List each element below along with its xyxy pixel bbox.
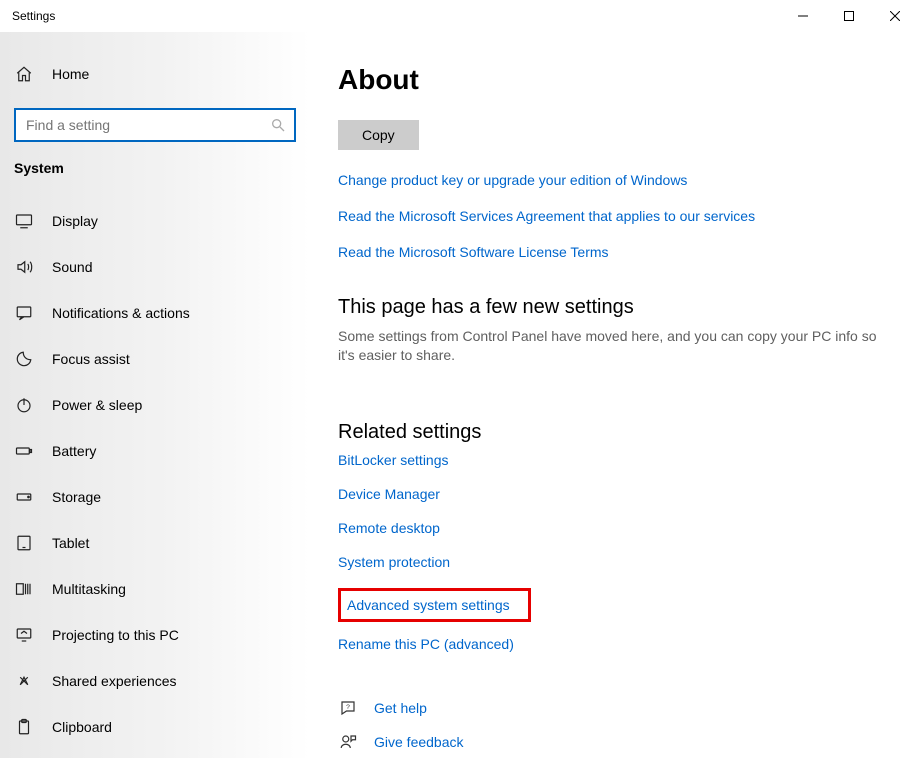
sidebar-item-label: Notifications & actions bbox=[52, 305, 190, 321]
link-rename-pc-advanced[interactable]: Rename this PC (advanced) bbox=[338, 636, 882, 652]
minimize-button[interactable] bbox=[780, 0, 826, 32]
sidebar-home[interactable]: Home bbox=[14, 54, 296, 94]
sidebar-item-label: Multitasking bbox=[52, 581, 126, 597]
new-settings-description: Some settings from Control Panel have mo… bbox=[338, 327, 878, 365]
storage-icon bbox=[14, 487, 34, 507]
sidebar-item-storage[interactable]: Storage bbox=[14, 474, 296, 520]
multitasking-icon bbox=[14, 579, 34, 599]
window-controls bbox=[780, 0, 918, 32]
notifications-icon bbox=[14, 303, 34, 323]
sidebar-item-label: Projecting to this PC bbox=[52, 627, 179, 643]
feedback-icon bbox=[338, 732, 358, 752]
related-settings-heading: Related settings bbox=[338, 421, 882, 444]
clipboard-icon bbox=[14, 717, 34, 737]
title-bar: Settings bbox=[0, 0, 918, 32]
link-device-manager[interactable]: Device Manager bbox=[338, 486, 882, 502]
svg-text:?: ? bbox=[346, 704, 350, 711]
sidebar-item-label: Shared experiences bbox=[52, 673, 177, 689]
page-title: About bbox=[338, 64, 882, 96]
sidebar: Home System Display bbox=[0, 32, 310, 758]
link-change-product-key[interactable]: Change product key or upgrade your editi… bbox=[338, 172, 882, 188]
battery-icon bbox=[14, 441, 34, 461]
sidebar-item-label: Storage bbox=[52, 489, 101, 505]
link-get-help[interactable]: Get help bbox=[374, 700, 427, 716]
search-input[interactable] bbox=[24, 116, 270, 134]
close-button[interactable] bbox=[872, 0, 918, 32]
sidebar-item-label: Tablet bbox=[52, 535, 89, 551]
projecting-icon bbox=[14, 625, 34, 645]
sidebar-item-power-sleep[interactable]: Power & sleep bbox=[14, 382, 296, 428]
sidebar-item-projecting[interactable]: Projecting to this PC bbox=[14, 612, 296, 658]
sidebar-item-focus-assist[interactable]: Focus assist bbox=[14, 336, 296, 382]
sidebar-item-sound[interactable]: Sound bbox=[14, 244, 296, 290]
maximize-button[interactable] bbox=[826, 0, 872, 32]
sidebar-item-label: Sound bbox=[52, 259, 92, 275]
search-box[interactable] bbox=[14, 108, 296, 142]
main-content: About Copy Change product key or upgrade… bbox=[310, 32, 918, 758]
sidebar-item-label: Power & sleep bbox=[52, 397, 142, 413]
window-title: Settings bbox=[12, 9, 55, 23]
search-icon bbox=[270, 117, 286, 133]
sound-icon bbox=[14, 257, 34, 277]
sidebar-item-label: Battery bbox=[52, 443, 96, 459]
sidebar-item-label: Clipboard bbox=[52, 719, 112, 735]
get-help-row: ? Get help bbox=[338, 698, 882, 718]
sidebar-item-clipboard[interactable]: Clipboard bbox=[14, 704, 296, 750]
link-system-protection[interactable]: System protection bbox=[338, 554, 882, 570]
display-icon bbox=[14, 211, 34, 231]
link-services-agreement[interactable]: Read the Microsoft Services Agreement th… bbox=[338, 208, 882, 224]
focus-assist-icon bbox=[14, 349, 34, 369]
copy-button[interactable]: Copy bbox=[338, 120, 419, 150]
link-license-terms[interactable]: Read the Microsoft Software License Term… bbox=[338, 244, 882, 260]
sidebar-item-shared-experiences[interactable]: Shared experiences bbox=[14, 658, 296, 704]
shared-experiences-icon bbox=[14, 671, 34, 691]
link-advanced-system-settings[interactable]: Advanced system settings bbox=[347, 597, 510, 613]
sidebar-item-display[interactable]: Display bbox=[14, 198, 296, 244]
get-help-icon: ? bbox=[338, 698, 358, 718]
power-icon bbox=[14, 395, 34, 415]
sidebar-item-notifications[interactable]: Notifications & actions bbox=[14, 290, 296, 336]
link-give-feedback[interactable]: Give feedback bbox=[374, 734, 464, 750]
link-bitlocker-settings[interactable]: BitLocker settings bbox=[338, 452, 882, 468]
sidebar-item-label: Display bbox=[52, 213, 98, 229]
sidebar-section-label: System bbox=[14, 160, 296, 176]
related-settings-list: BitLocker settings Device Manager Remote… bbox=[338, 452, 882, 652]
give-feedback-row: Give feedback bbox=[338, 732, 882, 752]
sidebar-item-label: Focus assist bbox=[52, 351, 130, 367]
sidebar-item-tablet[interactable]: Tablet bbox=[14, 520, 296, 566]
highlight-advanced-system-settings: Advanced system settings bbox=[338, 588, 531, 622]
new-settings-heading: This page has a few new settings bbox=[338, 296, 882, 319]
sidebar-item-battery[interactable]: Battery bbox=[14, 428, 296, 474]
link-remote-desktop[interactable]: Remote desktop bbox=[338, 520, 882, 536]
sidebar-item-multitasking[interactable]: Multitasking bbox=[14, 566, 296, 612]
home-icon bbox=[14, 64, 34, 84]
tablet-icon bbox=[14, 533, 34, 553]
sidebar-nav: Display Sound Notifications & actions bbox=[14, 198, 296, 750]
sidebar-home-label: Home bbox=[52, 66, 89, 82]
